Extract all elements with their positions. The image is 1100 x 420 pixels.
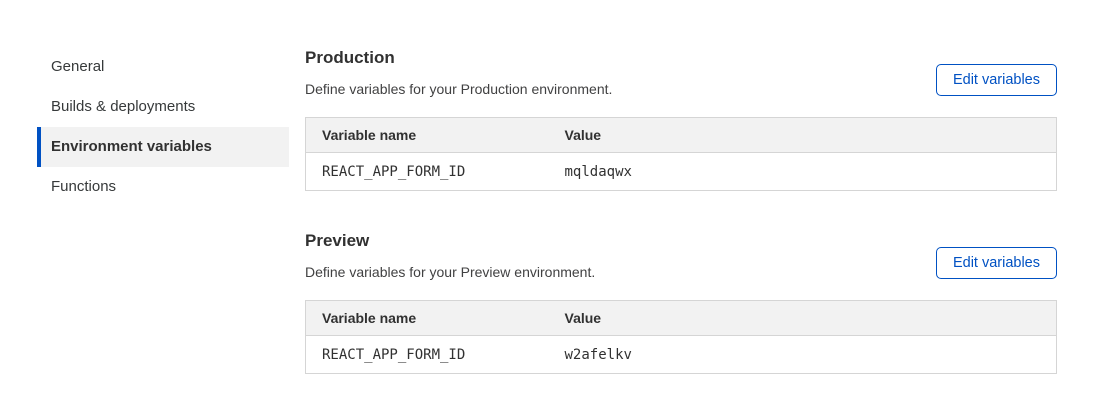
- variable-name-cell: REACT_APP_FORM_ID: [306, 336, 549, 374]
- main-content: Production Define variables for your Pro…: [305, 48, 1057, 374]
- preview-variables-table: Variable name Value REACT_APP_FORM_ID w2…: [305, 300, 1057, 374]
- sidebar-item-functions[interactable]: Functions: [37, 167, 289, 207]
- column-header-variable-name: Variable name: [306, 118, 549, 153]
- settings-sidebar: General Builds & deployments Environment…: [37, 47, 289, 207]
- environment-variables-settings-page: General Builds & deployments Environment…: [0, 0, 1100, 420]
- table-header-row: Variable name Value: [306, 118, 1057, 153]
- sidebar-item-builds-deployments[interactable]: Builds & deployments: [37, 87, 289, 127]
- sidebar-item-general[interactable]: General: [37, 47, 289, 87]
- column-header-value: Value: [549, 118, 1057, 153]
- production-section: Production Define variables for your Pro…: [305, 48, 1057, 191]
- edit-variables-button-preview[interactable]: Edit variables: [936, 247, 1057, 279]
- sidebar-item-environment-variables[interactable]: Environment variables: [37, 127, 289, 167]
- preview-section: Preview Define variables for your Previe…: [305, 231, 1057, 374]
- table-row: REACT_APP_FORM_ID mqldaqwx: [306, 153, 1057, 191]
- table-row: REACT_APP_FORM_ID w2afelkv: [306, 336, 1057, 374]
- variable-value-cell: mqldaqwx: [549, 153, 1057, 191]
- column-header-value: Value: [549, 301, 1057, 336]
- variable-value-cell: w2afelkv: [549, 336, 1057, 374]
- table-header-row: Variable name Value: [306, 301, 1057, 336]
- edit-variables-button-production[interactable]: Edit variables: [936, 64, 1057, 96]
- production-variables-table: Variable name Value REACT_APP_FORM_ID mq…: [305, 117, 1057, 191]
- column-header-variable-name: Variable name: [306, 301, 549, 336]
- variable-name-cell: REACT_APP_FORM_ID: [306, 153, 549, 191]
